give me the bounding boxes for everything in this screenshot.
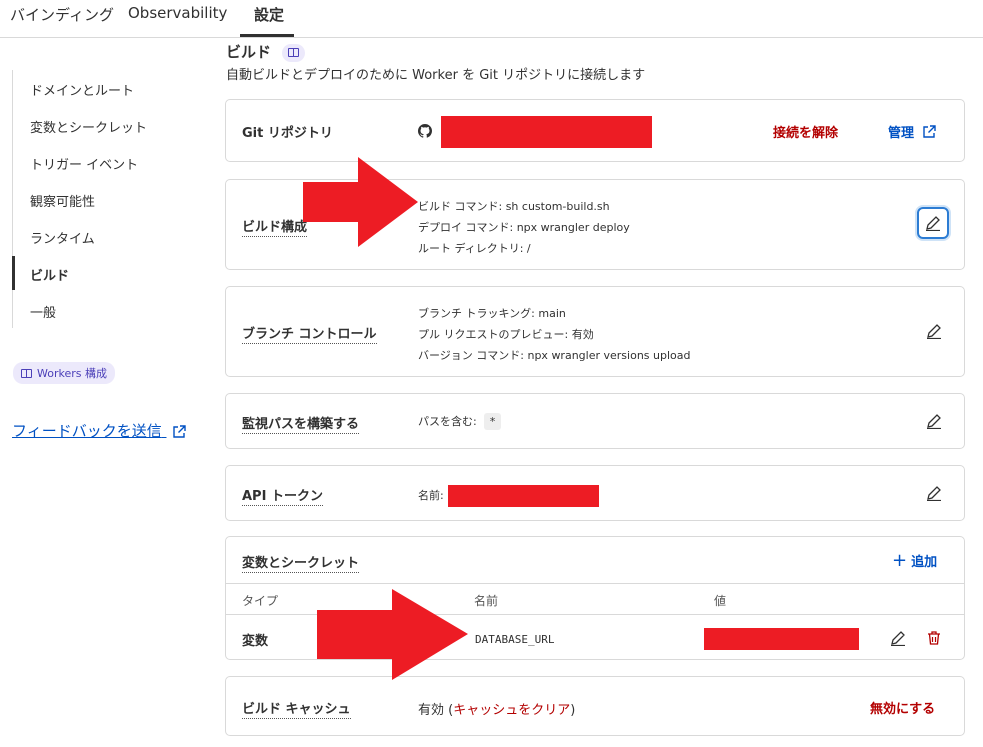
build-cache-label: ビルド キャッシュ: [242, 698, 351, 719]
add-variable-button[interactable]: + 追加: [892, 550, 938, 571]
variables-label: 変数とシークレット: [242, 552, 360, 573]
delete-variable-button[interactable]: [918, 622, 950, 654]
sidebar-item-build[interactable]: ビルド: [30, 265, 69, 284]
sidebar-item-runtime[interactable]: ランタイム: [30, 228, 95, 247]
git-repository-label: Git リポジトリ: [242, 126, 333, 141]
sidebar-item-general[interactable]: 一般: [30, 302, 56, 321]
pencil-icon: [891, 631, 905, 646]
redacted-variable-value: [704, 628, 859, 650]
deploy-command: デプロイ コマンド: npx wrangler deploy: [418, 221, 630, 234]
build-command: ビルド コマンド: sh custom-build.sh: [418, 200, 610, 213]
version-command: バージョン コマンド: npx wrangler versions upload: [418, 349, 691, 362]
pencil-icon: [927, 324, 941, 339]
disable-cache-button[interactable]: 無効にする: [870, 698, 935, 717]
sidebar-active-indicator: [12, 256, 15, 290]
pencil-icon: [927, 486, 941, 501]
column-header-name: 名前: [474, 594, 499, 608]
row-name: DATABASE_URL: [475, 633, 555, 646]
tab-settings[interactable]: 設定: [254, 4, 284, 25]
add-variable-label: 追加: [911, 555, 938, 570]
edit-api-token-button[interactable]: [918, 477, 950, 509]
edit-watch-paths-button[interactable]: [918, 405, 950, 437]
include-paths-value: *: [484, 413, 501, 430]
pr-previews: プル リクエストのプレビュー: 有効: [418, 328, 594, 341]
manage-link[interactable]: 管理: [888, 122, 936, 141]
pencil-icon: [926, 216, 940, 231]
include-paths: パスを含む: *: [418, 413, 501, 430]
top-tabs: バインディング Observability 設定: [0, 0, 983, 38]
api-token-label: API トークン: [242, 485, 323, 506]
book-icon: [288, 48, 300, 57]
annotation-arrow-icon: [317, 589, 468, 680]
redacted-repository-name: [441, 116, 652, 148]
sidebar-item-variables[interactable]: 変数とシークレット: [30, 117, 147, 136]
trash-icon: [928, 631, 940, 645]
edit-variable-button[interactable]: [882, 622, 914, 654]
workers-config-pill[interactable]: Workers 構成: [13, 362, 115, 384]
github-icon: [418, 124, 432, 138]
edit-branch-control-button[interactable]: [918, 315, 950, 347]
sidebar-nav: ドメインとルート 変数とシークレット トリガー イベント 観察可能性 ランタイム…: [12, 70, 192, 328]
clear-cache-link[interactable]: キャッシュをクリア: [453, 703, 570, 718]
edit-build-config-button[interactable]: [917, 207, 949, 239]
tab-observability[interactable]: Observability: [128, 4, 227, 22]
token-name-label: 名前:: [418, 489, 444, 502]
build-cache-card: ビルド キャッシュ 有効 (キャッシュをクリア) 無効にする: [225, 676, 965, 736]
column-header-value: 値: [714, 594, 727, 608]
active-tab-indicator: [240, 34, 294, 37]
manage-label: 管理: [888, 126, 915, 141]
close-paren: ): [570, 703, 576, 718]
row-type: 変数: [242, 634, 269, 649]
git-repository-card: Git リポジトリ 接続を解除 管理: [225, 99, 965, 162]
include-paths-label: パスを含む:: [418, 415, 477, 428]
redacted-token-name: [448, 485, 599, 507]
watch-paths-card: 監視パスを構築する パスを含む: *: [225, 393, 965, 449]
branch-control-card: ブランチ コントロール ブランチ トラッキング: main プル リクエストのプ…: [225, 286, 965, 377]
feedback-label: フィードバックを送信: [12, 422, 162, 440]
feedback-link[interactable]: フィードバックを送信: [12, 420, 187, 441]
root-directory: ルート ディレクトリ: /: [418, 242, 531, 255]
book-icon: [21, 368, 32, 378]
workers-config-label: Workers 構成: [37, 367, 107, 380]
external-link-icon: [923, 124, 936, 138]
plus-icon: +: [892, 550, 908, 571]
column-header-type: タイプ: [242, 594, 279, 608]
branch-tracking: ブランチ トラッキング: main: [418, 307, 566, 320]
build-cache-status: 有効: [418, 703, 445, 718]
api-token-card: API トークン 名前:: [225, 465, 965, 521]
docs-icon-pill[interactable]: [282, 43, 306, 62]
sidebar-item-domains[interactable]: ドメインとルート: [30, 80, 134, 99]
disconnect-button[interactable]: 接続を解除: [773, 122, 838, 141]
watch-paths-label: 監視パスを構築する: [242, 413, 360, 434]
sidebar-item-observability[interactable]: 観察可能性: [30, 191, 95, 210]
sidebar-item-triggers[interactable]: トリガー イベント: [30, 154, 138, 173]
section-subtitle: 自動ビルドとデプロイのために Worker を Git リポジトリに接続します: [226, 68, 646, 83]
pencil-icon: [927, 414, 941, 429]
section-title-text: ビルド: [226, 43, 272, 61]
section-title: ビルド: [226, 41, 306, 62]
annotation-arrow-icon: [303, 157, 418, 247]
build-config-label: ビルド構成: [242, 216, 308, 237]
external-link-icon: [173, 424, 187, 438]
tab-bindings[interactable]: バインディング: [10, 4, 114, 25]
build-cache-status-line: 有効 (キャッシュをクリア): [418, 699, 575, 718]
branch-control-label: ブランチ コントロール: [242, 323, 377, 344]
